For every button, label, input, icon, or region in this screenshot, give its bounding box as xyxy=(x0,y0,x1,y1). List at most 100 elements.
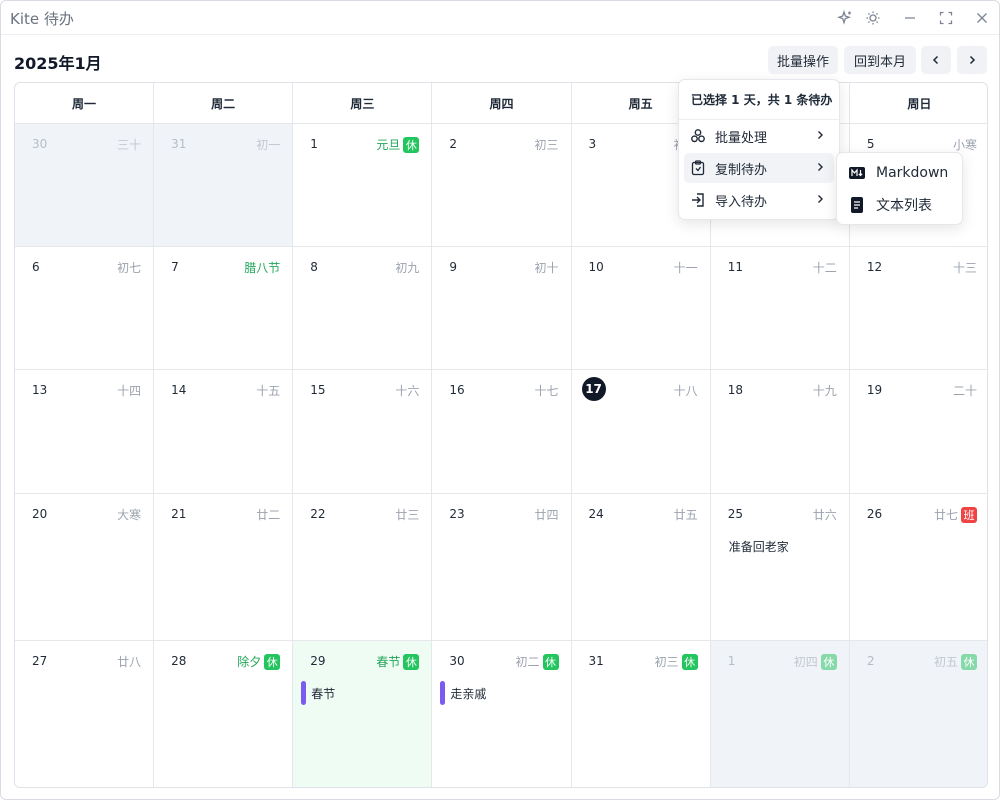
lunar-date: 初五 xyxy=(933,655,958,669)
date-number: 26 xyxy=(866,507,883,521)
submenu-item-text-list[interactable]: 文本列表 xyxy=(842,191,957,219)
day-cell[interactable]: 8 初九 xyxy=(293,247,433,370)
date-number: 27 xyxy=(32,654,48,668)
day-cell[interactable]: 20 大寒 xyxy=(15,494,155,641)
todo-item[interactable]: 春节 xyxy=(301,681,335,705)
date-number: 9 xyxy=(449,260,458,274)
lunar-info: 廿七班 xyxy=(934,506,977,523)
day-cell[interactable]: 23 廿四 xyxy=(432,494,572,641)
day-cell[interactable]: 1 初四休 xyxy=(710,641,850,787)
submenu-item-label: 文本列表 xyxy=(876,198,932,214)
todo-item[interactable]: 走亲戚 xyxy=(440,681,486,705)
menu-item-copy-todo[interactable]: 复制待办 xyxy=(684,153,834,183)
lunar-info: 十一 xyxy=(674,259,698,276)
day-cell[interactable]: 1 元旦休 xyxy=(293,124,433,247)
batch-operation-button[interactable]: 批量操作 xyxy=(768,46,838,74)
sparkle-icon[interactable] xyxy=(835,8,855,28)
day-cell[interactable]: 30 三十 xyxy=(15,124,155,247)
festival-label: 除夕 xyxy=(237,655,262,669)
day-cell[interactable]: 31 初一 xyxy=(154,124,294,247)
lunar-info: 廿二 xyxy=(256,506,280,523)
copy-submenu: Markdown 文本列表 xyxy=(836,152,963,225)
day-cell[interactable]: 2 初五休 xyxy=(849,641,987,787)
lunar-info: 十八 xyxy=(674,382,698,399)
batch-icon xyxy=(690,128,706,144)
minimize-icon[interactable] xyxy=(900,8,920,28)
day-cell[interactable]: 2 初三 xyxy=(432,124,572,247)
lunar-info: 初二休 xyxy=(516,653,559,670)
lunar-info: 十四 xyxy=(117,382,141,399)
date-number: 28 xyxy=(171,654,187,668)
holiday-badge: 休 xyxy=(403,653,420,670)
day-cell[interactable]: 19 二十 xyxy=(849,370,987,494)
day-cell[interactable]: 21 廿二 xyxy=(154,494,294,641)
chevron-right-icon xyxy=(818,195,823,203)
lunar-info: 十三 xyxy=(953,259,977,276)
day-cell[interactable]: 31 初三休 xyxy=(571,641,711,787)
lunar-date: 十二 xyxy=(812,261,837,275)
day-cell[interactable]: 24 廿五 xyxy=(571,494,711,641)
day-cell[interactable]: 27 廿八 xyxy=(15,641,155,787)
holiday-badge: 休 xyxy=(960,653,977,670)
day-cell[interactable]: 9 初十 xyxy=(432,247,572,370)
date-number: 31 xyxy=(171,137,187,151)
date-number: 21 xyxy=(171,507,187,521)
day-cell[interactable]: 6 初七 xyxy=(15,247,155,370)
day-cell[interactable]: 28 除夕休 xyxy=(154,641,294,787)
lunar-info: 小寒 xyxy=(953,136,977,153)
day-cell[interactable]: 13 十四 xyxy=(15,370,155,494)
date-number: 6 xyxy=(32,260,40,274)
day-cell[interactable]: 22 廿三 xyxy=(293,494,433,641)
title-bar: Kite 待办 xyxy=(1,1,999,35)
date-number: 22 xyxy=(310,507,326,521)
date-number: 8 xyxy=(310,260,318,274)
day-cell[interactable]: 11 十二 xyxy=(710,247,850,370)
day-cell[interactable]: 29 春节休春节 xyxy=(293,641,433,787)
day-cell[interactable]: 10 十一 xyxy=(571,247,711,370)
menu-item-label: 批量处理 xyxy=(715,130,768,146)
menu-item-batch-process[interactable]: 批量处理 xyxy=(684,121,834,151)
date-number: 15 xyxy=(310,383,326,397)
date-number: 25 xyxy=(727,507,743,521)
day-cell[interactable]: 16 十七 xyxy=(432,370,572,494)
date-number: 30 xyxy=(449,654,465,668)
day-cell[interactable]: 12 十三 xyxy=(849,247,987,370)
day-cell[interactable]: 26 廿七班 xyxy=(849,494,987,641)
back-to-month-button[interactable]: 回到本月 xyxy=(844,46,916,74)
date-number: 1 xyxy=(310,137,318,151)
prev-month-button[interactable] xyxy=(921,46,951,74)
day-cell[interactable]: 30 初二休走亲戚 xyxy=(432,641,572,787)
lunar-info: 初九 xyxy=(395,259,419,276)
chevron-right-icon xyxy=(818,163,823,171)
todo-color-bar xyxy=(440,681,446,705)
day-cell[interactable]: 25 廿六 准备回老家 xyxy=(710,494,850,641)
day-cell[interactable]: 15 十六 xyxy=(293,370,433,494)
todo-color-bar xyxy=(301,681,307,705)
weekday-header: 周一 xyxy=(15,83,155,124)
lunar-date: 大寒 xyxy=(117,508,142,522)
lunar-date: 十九 xyxy=(812,384,837,398)
menu-item-import-todo[interactable]: 导入待办 xyxy=(684,185,834,215)
month-title: 2025年1月 xyxy=(14,54,102,73)
lunar-info: 初四休 xyxy=(794,653,837,670)
text-list-icon xyxy=(849,197,865,213)
date-number: 10 xyxy=(588,260,604,274)
maximize-icon[interactable] xyxy=(936,8,956,28)
todo-item[interactable]: 准备回老家 xyxy=(729,538,789,555)
lunar-info: 廿五 xyxy=(674,506,698,523)
lunar-date: 廿四 xyxy=(534,508,559,522)
lunar-date: 廿三 xyxy=(395,508,420,522)
day-cell[interactable]: 7 腊八节 xyxy=(154,247,294,370)
next-month-button[interactable] xyxy=(957,46,987,74)
date-number: 20 xyxy=(32,507,48,521)
lunar-info: 十二 xyxy=(813,259,837,276)
day-cell[interactable]: 14 十五 xyxy=(154,370,294,494)
day-cell[interactable]: 17 十八 xyxy=(571,370,711,494)
submenu-item-markdown[interactable]: Markdown xyxy=(842,159,957,187)
day-cell[interactable]: 18 十九 xyxy=(710,370,850,494)
weekday-header: 周四 xyxy=(432,83,572,124)
lunar-date: 廿五 xyxy=(673,508,698,522)
close-icon[interactable] xyxy=(972,8,992,28)
theme-sun-icon[interactable] xyxy=(863,8,883,28)
lunar-date: 廿七 xyxy=(933,508,958,522)
